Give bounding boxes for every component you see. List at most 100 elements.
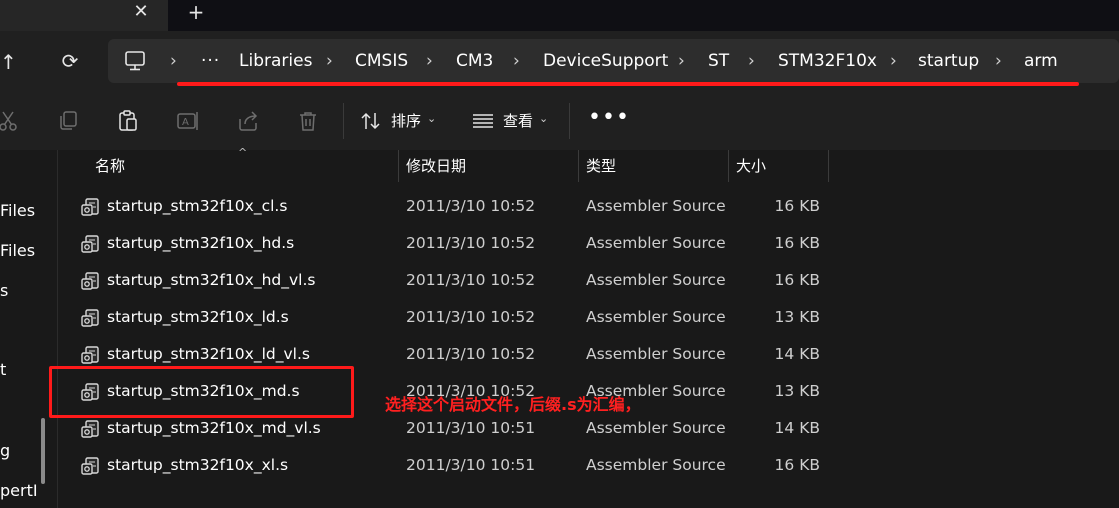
file-type: Assembler Source (586, 308, 726, 326)
red-underline-markup (177, 82, 1079, 86)
this-pc-icon[interactable] (123, 50, 147, 72)
table-row[interactable]: startup_stm32f10x_ld.s 2011/3/10 10:52 A… (58, 299, 1119, 336)
table-row[interactable]: startup_stm32f10x_cl.s 2011/3/10 10:52 A… (58, 188, 1119, 225)
navigation-pane: Files Files s t g pertI (0, 150, 56, 508)
breadcrumb-separator[interactable]: › (890, 39, 897, 83)
file-date: 2011/3/10 10:52 (406, 308, 536, 326)
up-arrow-icon[interactable]: ↑ (0, 49, 22, 75)
column-header-name[interactable]: 名称 (95, 150, 125, 182)
column-header-date[interactable]: 修改日期 (406, 150, 466, 182)
file-name: startup_stm32f10x_ld.s (107, 308, 289, 326)
file-date: 2011/3/10 10:51 (406, 456, 536, 474)
navpane-item[interactable]: g (0, 441, 10, 460)
file-name: startup_stm32f10x_cl.s (107, 197, 288, 215)
chevron-down-icon: ⌄ (539, 112, 549, 125)
column-header-type[interactable]: 类型 (586, 150, 616, 182)
refresh-icon[interactable]: ⟳ (58, 48, 82, 74)
file-type: Assembler Source (586, 271, 726, 289)
sort-label: 排序 (391, 112, 422, 130)
share-icon[interactable] (236, 109, 260, 133)
tab-close-button[interactable]: ✕ (131, 2, 151, 22)
navpane-item[interactable]: Files (0, 241, 35, 260)
view-icon (473, 114, 493, 128)
file-size: 16 KB (774, 271, 820, 289)
cut-icon[interactable] (0, 109, 20, 133)
rename-icon[interactable]: A (176, 109, 200, 133)
table-row[interactable]: startup_stm32f10x_hd_vl.s 2011/3/10 10:5… (58, 262, 1119, 299)
file-size: 14 KB (774, 345, 820, 363)
file-list: ^ 名称 修改日期 类型 大小 startup_stm32f10x_cl.s 2… (58, 146, 1119, 508)
file-name: startup_stm32f10x_hd.s (107, 234, 295, 252)
file-date: 2011/3/10 10:52 (406, 345, 536, 363)
paste-icon[interactable] (116, 109, 140, 133)
file-date: 2011/3/10 10:52 (406, 271, 536, 289)
delete-icon[interactable] (296, 109, 320, 133)
breadcrumb-cm3[interactable]: CM3 (456, 39, 493, 83)
column-header-size[interactable]: 大小 (736, 150, 766, 182)
assembler-file-icon (81, 420, 99, 438)
command-toolbar: A 排序 ⌄ 查看 ⌄ ••• (0, 93, 1119, 150)
column-separator[interactable] (578, 150, 579, 182)
sort-icon (361, 112, 380, 130)
breadcrumb-stm32f10x[interactable]: STM32F10x (778, 39, 877, 83)
assembler-file-icon (81, 198, 99, 216)
navpane-item[interactable]: s (0, 281, 8, 300)
more-options-button[interactable]: ••• (588, 105, 630, 130)
navpane-item[interactable]: t (0, 360, 6, 379)
column-separator[interactable] (728, 150, 729, 182)
annotation-text: 选择这个启动文件，后缀.s为汇编， (385, 395, 641, 414)
view-label: 查看 (503, 112, 534, 130)
tab-strip: ✕ + (0, 0, 1119, 31)
file-date: 2011/3/10 10:51 (406, 419, 536, 437)
file-name: startup_stm32f10x_xl.s (107, 456, 289, 474)
breadcrumb-separator[interactable]: › (170, 39, 177, 83)
assembler-file-icon (81, 235, 99, 253)
file-type: Assembler Source (586, 345, 726, 363)
breadcrumb-startup[interactable]: startup (918, 39, 979, 83)
column-separator[interactable] (398, 150, 399, 182)
assembler-file-icon (81, 272, 99, 290)
file-type: Assembler Source (586, 419, 726, 437)
file-type: Assembler Source (586, 197, 726, 215)
file-size: 13 KB (774, 308, 820, 326)
breadcrumb-overflow[interactable]: ··· (201, 39, 220, 83)
breadcrumb-arm[interactable]: arm (1024, 39, 1058, 83)
navpane-item[interactable]: pertI (0, 481, 38, 500)
breadcrumb-separator[interactable]: › (326, 39, 333, 83)
copy-icon[interactable] (56, 109, 80, 133)
toolbar-divider (569, 103, 570, 139)
red-highlight-box (49, 366, 354, 418)
toolbar-divider (343, 103, 344, 139)
chevron-down-icon: ⌄ (427, 112, 437, 125)
breadcrumb-separator[interactable]: › (678, 39, 685, 83)
assembler-file-icon (81, 457, 99, 475)
address-bar[interactable]: › ··· Libraries › CMSIS › CM3 › DeviceSu… (108, 39, 1119, 83)
column-separator[interactable] (828, 150, 829, 182)
sort-ascending-icon: ^ (238, 146, 248, 159)
breadcrumb-separator[interactable]: › (513, 39, 520, 83)
file-size: 13 KB (774, 382, 820, 400)
breadcrumb-separator[interactable]: › (748, 39, 755, 83)
assembler-file-icon (81, 309, 99, 327)
svg-text:A: A (182, 117, 189, 128)
navpane-scrollbar[interactable] (41, 418, 45, 484)
table-row[interactable]: startup_stm32f10x_xl.s 2011/3/10 10:51 A… (58, 447, 1119, 484)
file-type: Assembler Source (586, 234, 726, 252)
file-date: 2011/3/10 10:52 (406, 234, 536, 252)
breadcrumb-st[interactable]: ST (708, 39, 729, 83)
new-tab-button[interactable]: + (186, 2, 206, 22)
tab-active[interactable]: ✕ (0, 0, 168, 31)
breadcrumb-libraries[interactable]: Libraries (239, 39, 312, 83)
file-size: 16 KB (774, 456, 820, 474)
file-name: startup_stm32f10x_hd_vl.s (107, 271, 316, 289)
file-size: 14 KB (774, 419, 820, 437)
breadcrumb-devicesupport[interactable]: DeviceSupport (543, 39, 668, 83)
table-row[interactable]: startup_stm32f10x_hd.s 2011/3/10 10:52 A… (58, 225, 1119, 262)
file-size: 16 KB (774, 197, 820, 215)
breadcrumb-separator[interactable]: › (995, 39, 1002, 83)
navpane-item[interactable]: Files (0, 201, 35, 220)
file-type: Assembler Source (586, 456, 726, 474)
breadcrumb-cmsis[interactable]: CMSIS (355, 39, 408, 83)
breadcrumb-separator[interactable]: › (426, 39, 433, 83)
assembler-file-icon (81, 346, 99, 364)
